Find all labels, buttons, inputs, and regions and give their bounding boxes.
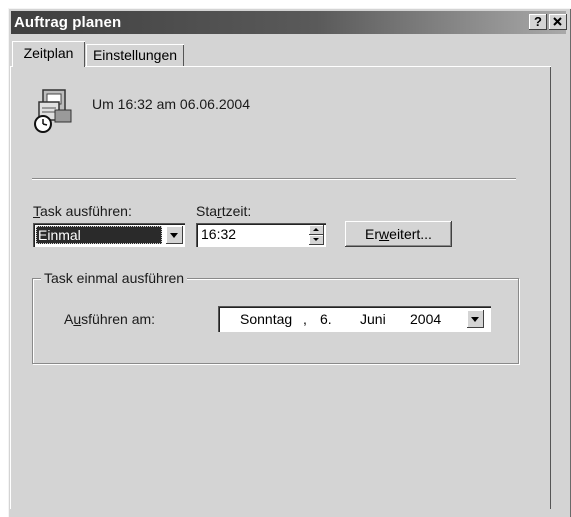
run-once-group-title: Task einmal ausführen [41,270,188,286]
close-button[interactable] [549,14,567,30]
date-day[interactable]: 6. [320,311,332,327]
start-time-value: 16:32 [201,226,237,242]
date-separator: , [303,311,307,327]
close-icon [553,17,562,26]
start-time-label-pre: Sta [196,203,218,219]
date-dropdown-button[interactable] [467,310,484,328]
scheduled-task-icon [33,88,73,134]
run-task-label-mnemonic: T [33,203,40,219]
run-on-label-post: sführen am: [81,311,156,327]
tab-zeitplan[interactable]: Zeitplan [12,41,85,67]
run-on-label: Ausführen am: [64,311,155,327]
spin-down-button[interactable] [309,235,324,245]
date-month[interactable]: Juni [360,311,386,327]
advanced-button-mnemonic: w [379,226,390,242]
run-task-select[interactable]: Einmal [33,223,185,247]
help-button[interactable]: ? [529,14,547,30]
schedule-summary: Um 16:32 am 06.06.2004 [92,96,250,112]
run-task-selected-value: Einmal [36,226,162,244]
run-date-picker[interactable]: Sonntag , 6. Juni 2004 [218,306,491,332]
window-title: Auftrag planen [14,14,122,31]
advanced-button[interactable]: Erweitert... [345,221,452,247]
run-task-label: Task ausführen: [33,203,132,219]
title-bar[interactable]: Auftrag planen [11,11,566,34]
start-time-label: Startzeit: [196,203,251,219]
divider [32,178,516,180]
date-weekday[interactable]: Sonntag [240,311,292,327]
start-time-label-post: tzeit: [221,203,252,219]
tab-einstellungen[interactable]: Einstellungen [86,44,184,66]
run-on-label-pre: A [64,311,74,327]
advanced-button-pre: Er [365,226,380,242]
date-year[interactable]: 2004 [410,311,441,327]
spin-up-button[interactable] [309,225,324,235]
advanced-button-post: eitert... [389,226,432,242]
run-on-label-mnemonic: u [73,311,82,327]
run-task-dropdown-button[interactable] [166,226,183,244]
run-task-label-rest: ask ausführen: [40,203,132,219]
start-time-input[interactable]: 16:32 [196,223,326,247]
